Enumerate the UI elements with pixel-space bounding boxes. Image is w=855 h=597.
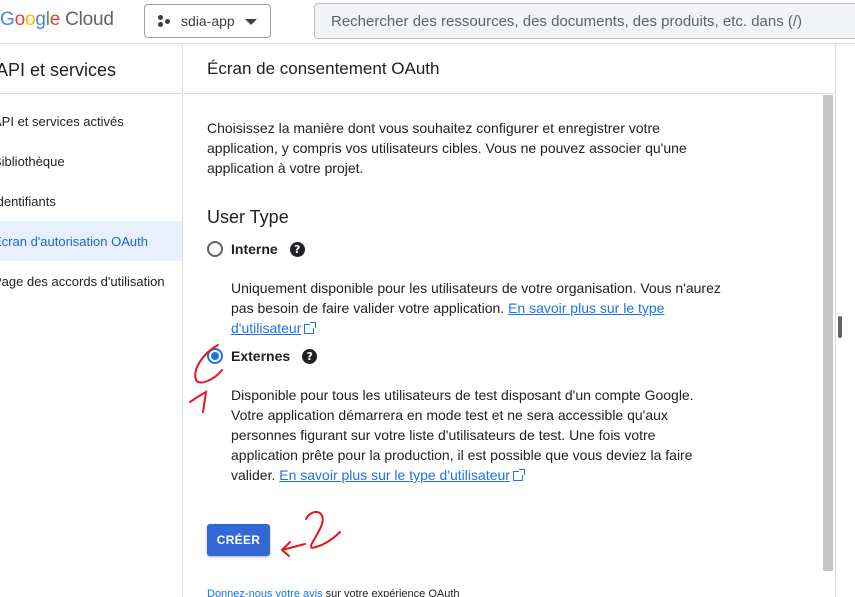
scrollbar[interactable] (823, 95, 833, 571)
project-hierarchy-icon (157, 13, 173, 29)
help-icon[interactable]: ? (302, 348, 318, 364)
intro-section: Choisissez la manière dont vous souhaite… (207, 118, 717, 178)
search-bar[interactable] (314, 3, 855, 39)
sidebar-item-credentials[interactable]: Identifiants (0, 181, 182, 221)
google-cloud-logo[interactable]: Google Cloud (0, 9, 114, 31)
project-selector[interactable]: sdia-app (144, 4, 271, 38)
learn-more-link-external[interactable]: En savoir plus sur le type d'utilisateur (279, 467, 510, 483)
divider (0, 93, 183, 94)
radio-internal-label[interactable]: Interne (231, 241, 278, 257)
sidebar-item-library[interactable]: Bibliothèque (0, 141, 182, 181)
sidebar-item-label: Page des accords d'utilisation (0, 273, 165, 289)
external-description: Disponible pour tous les utilisateurs de… (231, 385, 721, 485)
external-link-icon (304, 322, 317, 334)
sidebar-item-enabled-apis[interactable]: API et services activés (0, 101, 182, 141)
panel-resize-handle[interactable] (838, 316, 842, 338)
annotation-number-1 (189, 390, 208, 413)
intro-text: Choisissez la manière dont vous souhaite… (207, 120, 687, 176)
learn-more-link-text[interactable]: En savoir plus sur le type d'utilisateur (279, 467, 510, 483)
sidebar-item-label: Identifiants (0, 193, 56, 209)
logo-cloud-text: Cloud (65, 9, 114, 30)
radio-option-external[interactable]: Externes ? (207, 348, 318, 364)
divider (835, 44, 836, 597)
search-input[interactable] (331, 12, 855, 30)
annotation-arrow (281, 541, 306, 557)
feedback-link[interactable]: Donnez-nous votre avis (207, 588, 323, 597)
sidebar-item-oauth-consent[interactable]: Écran d'autorisation OAuth (0, 221, 182, 261)
radio-option-internal[interactable]: Interne ? (207, 241, 305, 257)
top-bar: Google Cloud sdia-app (0, 0, 855, 44)
radio-internal[interactable] (207, 241, 223, 257)
page-title: Écran de consentement OAuth (184, 44, 835, 94)
sidebar-title: API et services (0, 60, 117, 80)
feedback-text: sur votre expérience OAuth (322, 588, 460, 597)
annotation-number-2 (305, 511, 341, 550)
internal-description: Uniquement disponible pour les utilisate… (231, 278, 721, 338)
radio-external[interactable] (207, 348, 223, 364)
user-type-heading: User Type (207, 207, 289, 227)
radio-external-label[interactable]: Externes (231, 348, 290, 364)
sidebar: API et services API et services activés … (0, 44, 183, 597)
feedback-line: Donnez-nous votre avis sur votre expérie… (207, 588, 460, 597)
sidebar-item-usage-agreements[interactable]: Page des accords d'utilisation (0, 261, 182, 301)
project-name: sdia-app (181, 13, 235, 29)
create-button[interactable]: CRÉER (207, 524, 270, 556)
help-icon[interactable]: ? (289, 241, 305, 257)
sidebar-item-label: Écran d'autorisation OAuth (0, 233, 148, 249)
sidebar-item-label: Bibliothèque (0, 153, 65, 169)
external-link-icon (512, 469, 525, 481)
sidebar-item-label: API et services activés (0, 113, 124, 129)
caret-down-icon (245, 19, 257, 25)
